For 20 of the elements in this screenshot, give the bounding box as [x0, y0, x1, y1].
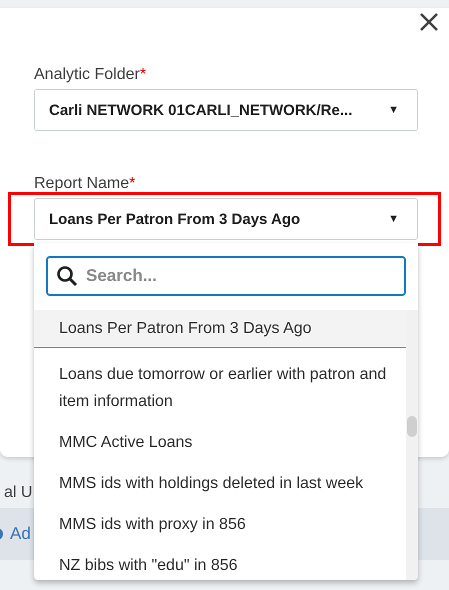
dropdown-option[interactable]: Loans Per Patron From 3 Days Ago [34, 310, 406, 348]
close-icon [419, 12, 439, 32]
required-mark: * [140, 66, 146, 84]
select-field[interactable]: Carli NETWORK 01CARLI_NETWORK/Re... ▼ [34, 89, 418, 131]
add-link[interactable]: Ad [10, 524, 31, 544]
scrollbar-thumb[interactable] [407, 416, 417, 437]
field-label: Report Name [34, 175, 130, 193]
dropdown-option[interactable]: Loans due tomorrow or earlier with patron and item information [34, 354, 406, 422]
field-label: Analytic Folder [34, 66, 140, 84]
search-field[interactable]: Search... [46, 256, 406, 296]
dropdown-option[interactable]: MMC Active Loans [34, 422, 406, 463]
dropdown-option[interactable]: NZ bibs with "edu" in 856 [34, 545, 406, 580]
search-icon [56, 265, 78, 287]
dropdown-option[interactable]: MMS ids with proxy in 856 [34, 504, 406, 545]
dropdown-option[interactable]: MMS ids with holdings deleted in last week [34, 463, 406, 504]
required-mark: * [129, 175, 136, 193]
section-label: al U [4, 483, 32, 503]
select-field[interactable]: Loans Per Patron From 3 Days Ago ▼ [34, 198, 418, 240]
caret-icon: ▼ [388, 213, 399, 225]
caret-icon: ▼ [388, 104, 399, 116]
